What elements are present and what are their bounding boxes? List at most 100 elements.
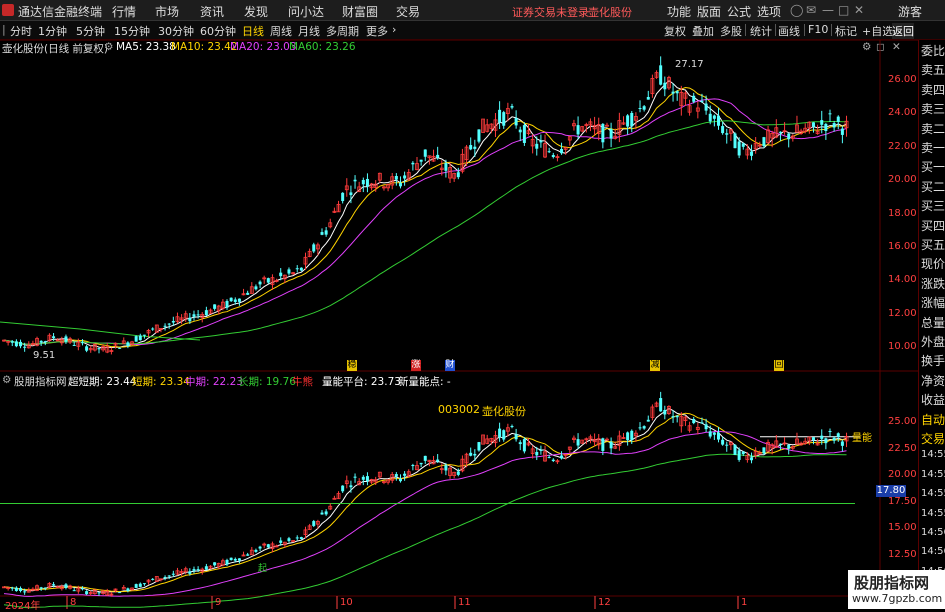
sub-candle [539, 449, 543, 451]
main-candle [708, 113, 712, 122]
title-bar: 通达信金融终端 行情 市场 资讯 发现 问小达 财富圈 交易 证券交易未登录 壶… [0, 0, 945, 21]
tool-duogu[interactable]: 多股 [720, 23, 742, 39]
tool-add-watchlist[interactable]: +自选 [862, 23, 893, 39]
main-candle [663, 82, 667, 90]
sub-candle [80, 588, 84, 590]
main-candle [539, 140, 543, 143]
menu-item-hangqing[interactable]: 行情 [112, 3, 136, 20]
sub-candle [778, 443, 782, 445]
menu-item-caifuquan[interactable]: 财富圈 [342, 3, 378, 20]
period-more[interactable]: 更多 [366, 23, 388, 39]
period-toolbar: | 分时 1分钟 5分钟 15分钟 30分钟 60分钟 日线 周线 月线 多周期… [0, 21, 945, 40]
sub-candle [737, 450, 741, 460]
main-candle [341, 192, 345, 202]
tool-fuquan[interactable]: 复权 [664, 23, 686, 39]
x-tick: 2024年 [5, 601, 41, 612]
sub-candle [560, 455, 564, 459]
sidebar-item[interactable]: 交易 [921, 430, 945, 449]
sub-candle [762, 447, 766, 454]
period-fenshi[interactable]: 分时 [10, 23, 32, 39]
sidebar-item[interactable]: 自动 [921, 411, 945, 430]
watermark-url: www.7gpzb.com [852, 592, 943, 605]
minimize-icon[interactable]: — [822, 3, 834, 17]
main-candle [10, 341, 14, 343]
period-60min[interactable]: 60分钟 [200, 23, 236, 39]
sub-y-tick: 22.50 [888, 442, 917, 454]
sub-candle [266, 544, 270, 548]
close-icon[interactable]: ✕ [854, 3, 864, 17]
menu-item-jiaoyi[interactable]: 交易 [396, 3, 420, 20]
period-daily[interactable]: 日线 [242, 23, 264, 39]
menu-gongneng[interactable]: 功能 [667, 3, 691, 20]
menu-banmian[interactable]: 版面 [697, 3, 721, 20]
marker-zhang[interactable]: 涨 [411, 360, 421, 371]
sub-candle [72, 590, 76, 592]
ma10-line [3, 86, 847, 348]
main-candle [560, 148, 564, 154]
sub-candle [138, 583, 142, 587]
main-candle [403, 175, 407, 179]
more-chevron-icon[interactable]: › [392, 23, 396, 36]
main-candle [258, 281, 262, 285]
sub-candle [213, 562, 217, 566]
tool-tongji[interactable]: 统计 [750, 23, 772, 39]
sub-candle [824, 438, 828, 444]
marker-jian[interactable]: 减 [650, 360, 660, 371]
marker-hui[interactable]: 回 [774, 360, 784, 371]
x-tick: 11 [458, 597, 471, 608]
toolbar-pin-icon[interactable]: | [2, 23, 6, 36]
period-30min[interactable]: 30分钟 [158, 23, 194, 39]
tool-diejia[interactable]: 叠加 [692, 23, 714, 39]
main-candle [80, 342, 84, 344]
sub-candle [522, 439, 526, 452]
period-multi[interactable]: 多周期 [326, 23, 359, 39]
trade-login-warning[interactable]: 证券交易未登录 [512, 4, 589, 20]
sub-candle [411, 465, 415, 467]
period-weekly[interactable]: 周线 [270, 23, 292, 39]
main-candle [811, 122, 815, 127]
quote-sidebar: 委比 卖五 卖四 卖三 卖二 卖一 买一 买二 买三 买四 买五 现价 涨跌 涨幅 总量 外盘 换手 净资 收益 自动… [918, 40, 945, 609]
user-icon[interactable]: ◯ [790, 3, 803, 17]
main-candle [750, 151, 754, 156]
main-candle [824, 123, 828, 132]
main-candle [213, 304, 217, 309]
period-15min[interactable]: 15分钟 [114, 23, 150, 39]
tool-huaxian[interactable]: 画线 [778, 23, 800, 39]
sub-candle [39, 587, 43, 589]
sub-candle [832, 437, 836, 441]
period-1min[interactable]: 1分钟 [38, 23, 67, 39]
main-candle [320, 232, 324, 235]
period-monthly[interactable]: 月线 [298, 23, 320, 39]
sub-candle [163, 576, 167, 578]
menu-item-shichang[interactable]: 市场 [155, 3, 179, 20]
main-candle [820, 120, 824, 125]
maximize-icon[interactable]: □ [838, 3, 849, 17]
main-candle [626, 115, 630, 127]
marker-cai[interactable]: 财 [445, 360, 455, 371]
sidebar-item: 14:55 [921, 507, 945, 519]
sidebar-item: 净资 [921, 373, 945, 388]
menu-xuanxiang[interactable]: 选项 [757, 3, 781, 20]
tool-back[interactable]: 返回 [892, 23, 914, 39]
period-5min[interactable]: 5分钟 [76, 23, 105, 39]
kline-chart[interactable] [0, 40, 918, 609]
menu-item-zixun[interactable]: 资讯 [200, 3, 224, 20]
tool-biaoji[interactable]: 标记 [835, 23, 857, 39]
menu-gongshi[interactable]: 公式 [727, 3, 751, 20]
main-candle [151, 328, 155, 330]
main-candle [192, 314, 196, 317]
main-candle [762, 137, 766, 147]
menu-item-wenxiaoda[interactable]: 问小达 [288, 3, 324, 20]
tool-f10[interactable]: F10 [808, 23, 828, 36]
menu-item-faxian[interactable]: 发现 [244, 3, 268, 20]
guest-button[interactable]: 游客 [898, 3, 922, 20]
sub-candle [716, 432, 720, 440]
mail-icon[interactable]: ✉ [806, 3, 816, 17]
sub-candle [708, 431, 712, 437]
main-y-tick: 10.00 [888, 341, 917, 353]
main-candle [498, 109, 502, 123]
main-candle [394, 175, 398, 180]
sub-candle [126, 588, 130, 591]
main-candle [646, 97, 650, 100]
marker-wen[interactable]: 稳 [347, 360, 357, 371]
